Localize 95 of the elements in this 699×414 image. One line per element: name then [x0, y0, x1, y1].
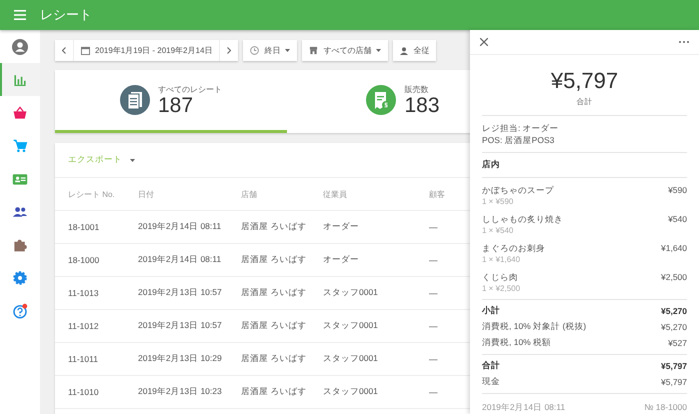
column-header: 店舗	[241, 188, 258, 200]
basket-icon	[12, 104, 28, 120]
employee-dropdown[interactable]: 全従	[393, 40, 436, 61]
summary-label: 現金	[482, 376, 500, 388]
table-cell-text: 2019年2月14日 08:11	[138, 221, 222, 233]
store-dropdown[interactable]: すべての店舗	[302, 40, 388, 61]
summary-label: 合計	[482, 360, 500, 372]
table-cell-text: スタッフ0001	[323, 353, 379, 365]
table-cell-text: 18-1001	[68, 222, 100, 232]
caret-icon	[285, 49, 290, 52]
summary-amount: ¥5,270	[661, 306, 687, 316]
caret-icon	[376, 49, 382, 52]
table-cell-text: 11-1013	[68, 288, 100, 298]
table-cell-text: スタッフ0001	[323, 320, 379, 332]
section-title: 店内	[482, 159, 500, 169]
item-name: かぼちゃのスープ	[482, 185, 554, 197]
table-cell-text: 居酒屋 ろいばす	[241, 353, 308, 365]
column-header: 日付	[138, 188, 155, 200]
summary-label: 小計	[482, 305, 500, 317]
app-title: レシート	[40, 6, 92, 24]
table-cell-text: スタッフ0001	[323, 386, 379, 398]
table-cell-text: 居酒屋 ろいばす	[241, 254, 308, 266]
avatar-icon	[12, 38, 28, 54]
item-price: ¥2,500	[661, 272, 687, 284]
receipt-total: ¥5,797	[550, 70, 620, 92]
receipt-date: 2019年2月14日 08:11	[482, 402, 566, 414]
table-cell-text: —	[429, 255, 438, 265]
column-header: 従業員	[323, 188, 348, 200]
summary-amount: ¥527	[668, 338, 687, 348]
cart-icon	[12, 138, 28, 154]
table-cell-text: 居酒屋 ろいばす	[241, 386, 308, 398]
table-cell-text: 11-1011	[68, 354, 99, 364]
close-button[interactable]	[480, 38, 488, 46]
table-cell-text: —	[429, 222, 438, 232]
item-price: ¥540	[668, 214, 687, 226]
receipt-dollar-icon	[366, 85, 396, 115]
calendar-icon	[81, 46, 90, 55]
next-button[interactable]	[220, 40, 238, 61]
item-quantity: 1 × ¥2,500	[482, 284, 522, 293]
receipts-icon	[120, 85, 150, 115]
table-cell-text: 2019年2月14日 08:11	[138, 254, 222, 266]
table-cell-text: オーダー	[323, 221, 360, 233]
table-cell-text: —	[429, 354, 438, 364]
summary-label: 消費税, 10% 税額	[482, 337, 552, 349]
store-icon	[309, 46, 318, 55]
settings-icon	[12, 270, 28, 286]
table-cell-text: 2019年2月13日 10:23	[138, 386, 223, 398]
chevron-right-icon	[227, 47, 232, 54]
receipt-number: № 18-1000	[644, 402, 687, 414]
item-price: ¥1,640	[661, 243, 687, 255]
table-cell-text: 2019年2月13日 10:29	[138, 353, 223, 365]
stat-tab[interactable]: すべてのレシート 187	[55, 70, 287, 133]
menu-icon[interactable]	[14, 10, 26, 20]
item-name: まぐろのお刺身	[482, 243, 545, 255]
stat-tab[interactable]: 販売数 183	[287, 70, 470, 133]
stat-value: 187	[158, 95, 194, 116]
receipt-info: POS: 居酒屋POS3	[482, 134, 556, 146]
caret-icon	[130, 158, 135, 162]
table-cell-text: スタッフ0001	[323, 287, 379, 299]
table-cell-text: 18-1000	[68, 255, 100, 265]
item-name: くじら肉	[482, 272, 518, 284]
help-icon	[12, 302, 28, 318]
column-header: レシート No.	[68, 188, 116, 200]
table-cell-text: 居酒屋 ろいばす	[241, 320, 308, 332]
clock-icon	[250, 46, 260, 55]
close-icon	[480, 38, 488, 46]
stat-label: 販売数	[404, 84, 430, 95]
chevron-left-icon	[62, 47, 66, 54]
item-name: ししゃもの炙り焼き	[482, 214, 563, 226]
person-icon	[400, 46, 408, 54]
table-cell-text: 居酒屋 ろいばす	[241, 287, 308, 299]
receipt-info: レジ担当: オーダー	[482, 122, 560, 134]
table-cell-text: —	[429, 288, 438, 298]
table-cell-text: —	[429, 387, 438, 397]
table-cell-text: 2019年2月13日 10:57	[138, 287, 223, 299]
summary-amount: ¥5,270	[661, 322, 687, 332]
table-cell-text: 居酒屋 ろいばす	[241, 221, 308, 233]
summary-label: 消費税, 10% 対象計 (税抜)	[482, 321, 586, 333]
date-range-button[interactable]: 2019年1月19日 - 2019年2月14日	[74, 40, 220, 61]
item-quantity: 1 × ¥540	[482, 226, 514, 235]
time-dropdown[interactable]: 終日	[243, 40, 298, 61]
item-quantity: 1 × ¥590	[482, 197, 514, 206]
table-cell-text: 2019年2月13日 10:57	[138, 320, 223, 332]
table-cell-text: —	[429, 321, 438, 331]
item-quantity: 1 × ¥1,640	[482, 255, 522, 264]
table-cell-text: 11-1010	[68, 387, 100, 397]
table-cell-text: オーダー	[323, 254, 360, 266]
stat-label: すべてのレシート	[158, 84, 222, 95]
previous-button[interactable]	[55, 40, 74, 61]
summary-amount: ¥5,797	[661, 377, 687, 387]
column-header: 顧客	[429, 188, 446, 200]
table-cell-text: 11-1012	[68, 321, 100, 331]
item-price: ¥590	[668, 185, 687, 197]
stat-value: 183	[404, 95, 440, 116]
summary-amount: ¥5,797	[661, 361, 687, 371]
